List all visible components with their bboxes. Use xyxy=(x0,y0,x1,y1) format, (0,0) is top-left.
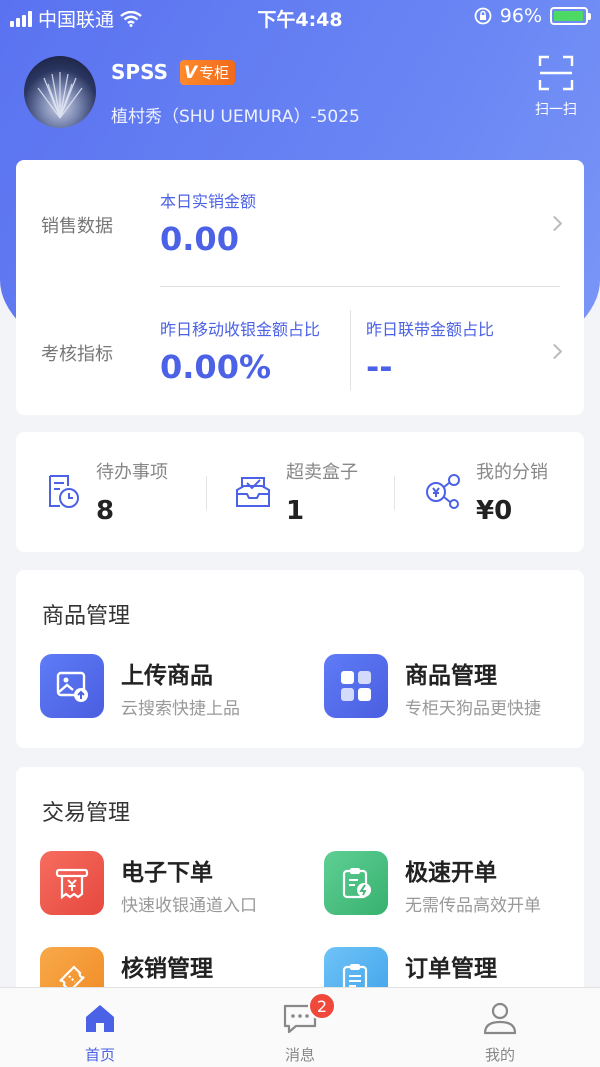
box-check-icon xyxy=(236,477,270,507)
mobile-ratio-title: 昨日移动收银金额占比 xyxy=(160,320,321,339)
goods-section-title: 商品管理 xyxy=(42,604,131,629)
oversell-value: 1 xyxy=(286,496,305,526)
distribution-value: ¥0 xyxy=(476,496,513,526)
badge-label: 专柜 xyxy=(199,64,230,82)
joint-ratio-title: 昨日联带金额占比 xyxy=(366,320,495,339)
item-title: 订单管理 xyxy=(405,956,497,982)
badge-v-mark: V xyxy=(184,62,198,83)
item-subtitle: 专柜天狗品更快捷 xyxy=(405,699,541,719)
user-icon xyxy=(483,1002,517,1035)
tab-home-label: 首页 xyxy=(84,1046,115,1064)
tab-messages[interactable]: 2 消息 xyxy=(250,992,350,1065)
item-title: 极速开单 xyxy=(405,860,497,886)
todo-label: 待办事项 xyxy=(96,462,168,483)
counter-badge: V 专柜 xyxy=(180,60,236,85)
e-order-item[interactable]: 电子下单 快速收银通道入口 xyxy=(40,851,300,917)
todo-value: 8 xyxy=(96,496,115,526)
status-right: 96% xyxy=(474,5,591,27)
todo-icon xyxy=(49,475,79,508)
distribution-label: 我的分销 xyxy=(476,462,548,483)
item-subtitle: 云搜索快捷上品 xyxy=(121,699,240,719)
today-sales-title: 本日实销金额 xyxy=(160,192,257,211)
kpi-chevron-icon[interactable] xyxy=(546,343,563,360)
message-count-badge: 2 xyxy=(308,992,336,1020)
goods-manage-item[interactable]: 商品管理 专柜天狗品更快捷 xyxy=(324,654,574,720)
upload-image-icon xyxy=(40,654,104,718)
bottom-nav: 首页 2 消息 我的 xyxy=(0,987,600,1067)
tab-mine[interactable]: 我的 xyxy=(450,998,550,1065)
rotation-lock-icon xyxy=(474,7,492,25)
divider xyxy=(160,286,560,287)
grid-apps-icon xyxy=(324,654,388,718)
tab-mine-label: 我的 xyxy=(484,1046,515,1064)
item-title: 电子下单 xyxy=(121,860,213,886)
sales-chevron-icon[interactable] xyxy=(546,215,563,232)
mobile-ratio-value: 0.00% xyxy=(160,348,272,386)
today-sales-value: 0.00 xyxy=(160,220,239,258)
upload-goods-item[interactable]: 上传商品 云搜索快捷上品 xyxy=(40,654,300,720)
share-yen-icon xyxy=(426,474,460,509)
tab-messages-label: 消息 xyxy=(284,1046,315,1064)
store-subtitle: 植村秀（SHU UEMURA）-5025 xyxy=(111,107,360,127)
item-title: 商品管理 xyxy=(405,663,497,689)
home-icon xyxy=(86,1005,114,1032)
battery-icon xyxy=(550,7,591,25)
goods-card: 商品管理 上传商品 云搜索快捷上品 商品管理 专柜天狗品更快捷 xyxy=(16,570,584,748)
divider xyxy=(206,476,207,510)
stats-card: 待办事项 8 超卖盒子 1 我的分销 ¥0 xyxy=(16,432,584,552)
item-title: 上传商品 xyxy=(121,663,213,689)
scan-label: 扫一扫 xyxy=(535,102,577,118)
kpi-label: 考核指标 xyxy=(41,344,113,365)
oversell-label: 超卖盒子 xyxy=(286,462,358,483)
scan-icon xyxy=(538,55,574,91)
sales-data-label: 销售数据 xyxy=(41,216,113,237)
scan-button[interactable]: 扫一扫 xyxy=(532,55,580,119)
item-title: 核销管理 xyxy=(121,956,213,982)
battery-percent: 96% xyxy=(499,5,542,27)
trade-section-title: 交易管理 xyxy=(42,801,131,826)
avatar[interactable] xyxy=(24,56,96,128)
sales-card: 销售数据 本日实销金额 0.00 考核指标 昨日移动收银金额占比 0.00% 昨… xyxy=(16,160,584,415)
divider xyxy=(394,476,395,510)
store-name: SPSS xyxy=(111,60,168,84)
item-subtitle: 无需传品高效开单 xyxy=(405,896,541,916)
item-subtitle: 快速收银通道入口 xyxy=(121,896,257,916)
divider xyxy=(350,310,351,390)
joint-ratio-value: -- xyxy=(366,348,393,386)
receipt-yen-icon xyxy=(40,851,104,915)
clipboard-bolt-icon xyxy=(324,851,388,915)
quick-order-item[interactable]: 极速开单 无需传品高效开单 xyxy=(324,851,574,917)
status-bar: 中国联通 下午4:48 96% xyxy=(0,0,600,34)
tab-home[interactable]: 首页 xyxy=(50,998,150,1065)
